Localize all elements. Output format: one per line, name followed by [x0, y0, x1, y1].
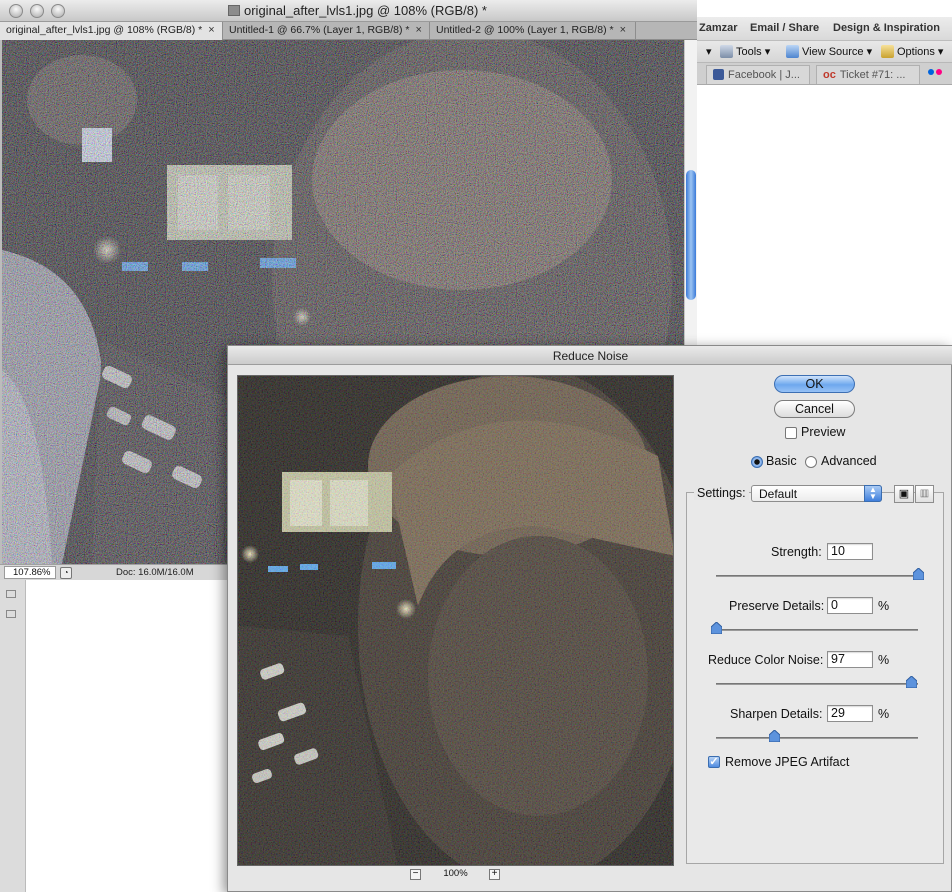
- panel-icon[interactable]: [6, 590, 16, 598]
- preserve-details-slider-track[interactable]: [716, 629, 918, 631]
- document-title-text: original_after_lvls1.jpg @ 108% (RGB/8) …: [244, 3, 487, 18]
- preview-checkbox[interactable]: [785, 427, 797, 439]
- strength-slider-thumb[interactable]: [912, 568, 924, 580]
- flickr-icon[interactable]: [928, 69, 942, 75]
- preview-label: Preview: [801, 425, 846, 439]
- reduce-color-noise-label: Reduce Color Noise:: [708, 653, 824, 667]
- browser-addon-toolbar: ▾ Tools ▾ View Source ▾ Options ▾: [696, 41, 952, 63]
- sharpen-details-slider-track[interactable]: [716, 737, 918, 739]
- tab-label: Facebook | J...: [728, 69, 800, 81]
- ok-button[interactable]: OK: [774, 375, 855, 393]
- view-source-menu[interactable]: View Source ▾: [786, 45, 872, 58]
- settings-label: Settings:: [694, 486, 749, 500]
- status-menu-icon[interactable]: ◔: [60, 567, 72, 579]
- tab-label: Ticket #71: ...: [839, 69, 906, 81]
- doc-tab-label: original_after_lvls1.jpg @ 108% (RGB/8) …: [6, 24, 203, 36]
- ticket-site-icon: oc: [823, 69, 836, 81]
- doc-tab-untitled-1[interactable]: Untitled-1 @ 66.7% (Layer 1, RGB/8) * ×: [223, 22, 430, 40]
- reduce-color-noise-slider-track[interactable]: [716, 683, 918, 685]
- reduce-color-noise-input[interactable]: 97: [827, 651, 873, 668]
- strength-input[interactable]: 10: [827, 543, 873, 560]
- document-size: Doc: 16.0M/16.0M: [116, 567, 194, 578]
- cancel-button[interactable]: Cancel: [774, 400, 855, 418]
- browser-bookmarks-bar: Zamzar Email / Share Design & Inspiratio…: [696, 17, 952, 41]
- sharpen-details-input[interactable]: 29: [827, 705, 873, 722]
- pencil-icon: [881, 45, 894, 58]
- sharpen-details-slider-thumb[interactable]: [769, 730, 781, 742]
- browser-tab-ticket[interactable]: oc Ticket #71: ...: [816, 65, 920, 84]
- zoom-window-button[interactable]: [51, 4, 65, 18]
- remove-jpeg-label: Remove JPEG Artifact: [725, 755, 850, 769]
- background-area: [26, 580, 236, 892]
- preview-zoom-level: 100%: [443, 868, 468, 879]
- document-title: original_after_lvls1.jpg @ 108% (RGB/8) …: [228, 3, 487, 18]
- doc-tab-label: Untitled-1 @ 66.7% (Layer 1, RGB/8) *: [229, 24, 410, 36]
- percent-sign: %: [878, 707, 890, 721]
- view-source-label: View Source: [802, 45, 864, 58]
- tools-menu-arrow[interactable]: ▾: [706, 45, 712, 58]
- document-tab-bar: original_after_lvls1.jpg @ 108% (RGB/8) …: [0, 22, 697, 40]
- basic-radio[interactable]: [751, 456, 763, 468]
- advanced-label: Advanced: [821, 454, 877, 468]
- zoom-in-button[interactable]: +: [489, 869, 500, 880]
- app-side-strip: [0, 580, 46, 892]
- trash-icon[interactable]: ▥: [915, 485, 934, 503]
- doc-tab-untitled-2[interactable]: Untitled-2 @ 100% (Layer 1, RGB/8) * ×: [430, 22, 636, 40]
- doc-tab-label: Untitled-2 @ 100% (Layer 1, RGB/8) *: [436, 24, 614, 36]
- browser-tab-strip: Facebook | J... oc Ticket #71: ...: [696, 63, 952, 85]
- scrollbar-thumb[interactable]: [686, 170, 696, 300]
- tools-menu[interactable]: Tools ▾: [720, 45, 770, 58]
- options-label: Options: [897, 45, 935, 58]
- dialog-title: Reduce Noise: [552, 349, 629, 363]
- facebook-icon: [713, 69, 724, 80]
- doc-tab-original[interactable]: original_after_lvls1.jpg @ 108% (RGB/8) …: [0, 22, 223, 40]
- bookmark-zamzar[interactable]: Zamzar: [699, 22, 738, 34]
- save-settings-icon[interactable]: ▣: [894, 485, 914, 503]
- percent-sign: %: [878, 653, 890, 667]
- preserve-details-slider-thumb[interactable]: [710, 622, 722, 634]
- tools-label: Tools: [736, 45, 762, 58]
- strength-slider-track[interactable]: [716, 575, 918, 577]
- dropdown-arrow-icon[interactable]: ▲ ▼: [864, 485, 882, 502]
- preview-photo: [238, 376, 673, 865]
- bookmark-email-share[interactable]: Email / Share: [750, 22, 819, 34]
- file-icon: [228, 5, 240, 16]
- options-menu[interactable]: Options ▾: [881, 45, 943, 58]
- close-tab-icon[interactable]: ×: [415, 24, 421, 40]
- browser-window: Zamzar Email / Share Design & Inspiratio…: [696, 0, 952, 350]
- close-window-button[interactable]: [9, 4, 23, 18]
- zoom-field[interactable]: 107.86%: [4, 566, 56, 579]
- percent-sign: %: [878, 599, 890, 613]
- settings-dropdown[interactable]: Default: [751, 485, 882, 502]
- source-icon: [786, 45, 799, 58]
- filter-preview[interactable]: [237, 375, 674, 866]
- reduce-color-noise-slider-thumb[interactable]: [906, 676, 918, 688]
- panel-icon[interactable]: [6, 610, 16, 618]
- dialog-titlebar[interactable]: Reduce Noise: [228, 346, 952, 365]
- browser-tab-facebook[interactable]: Facebook | J...: [706, 65, 810, 84]
- preserve-details-input[interactable]: 0: [827, 597, 873, 614]
- advanced-radio[interactable]: [805, 456, 817, 468]
- minimize-window-button[interactable]: [30, 4, 44, 18]
- document-titlebar[interactable]: original_after_lvls1.jpg @ 108% (RGB/8) …: [0, 0, 697, 22]
- close-tab-icon[interactable]: ×: [208, 24, 214, 40]
- strength-label: Strength:: [771, 545, 822, 559]
- reduce-noise-dialog: Reduce Noise − 100% + OK Cancel Preview …: [227, 345, 952, 892]
- close-tab-icon[interactable]: ×: [620, 24, 626, 40]
- sharpen-details-label: Sharpen Details:: [730, 707, 823, 721]
- wrench-icon: [720, 45, 733, 58]
- bookmark-design-inspiration[interactable]: Design & Inspiration: [833, 22, 940, 34]
- zoom-out-button[interactable]: −: [410, 869, 421, 880]
- basic-label: Basic: [766, 454, 797, 468]
- remove-jpeg-checkbox[interactable]: ✓: [708, 756, 720, 768]
- preserve-details-label: Preserve Details:: [729, 599, 825, 613]
